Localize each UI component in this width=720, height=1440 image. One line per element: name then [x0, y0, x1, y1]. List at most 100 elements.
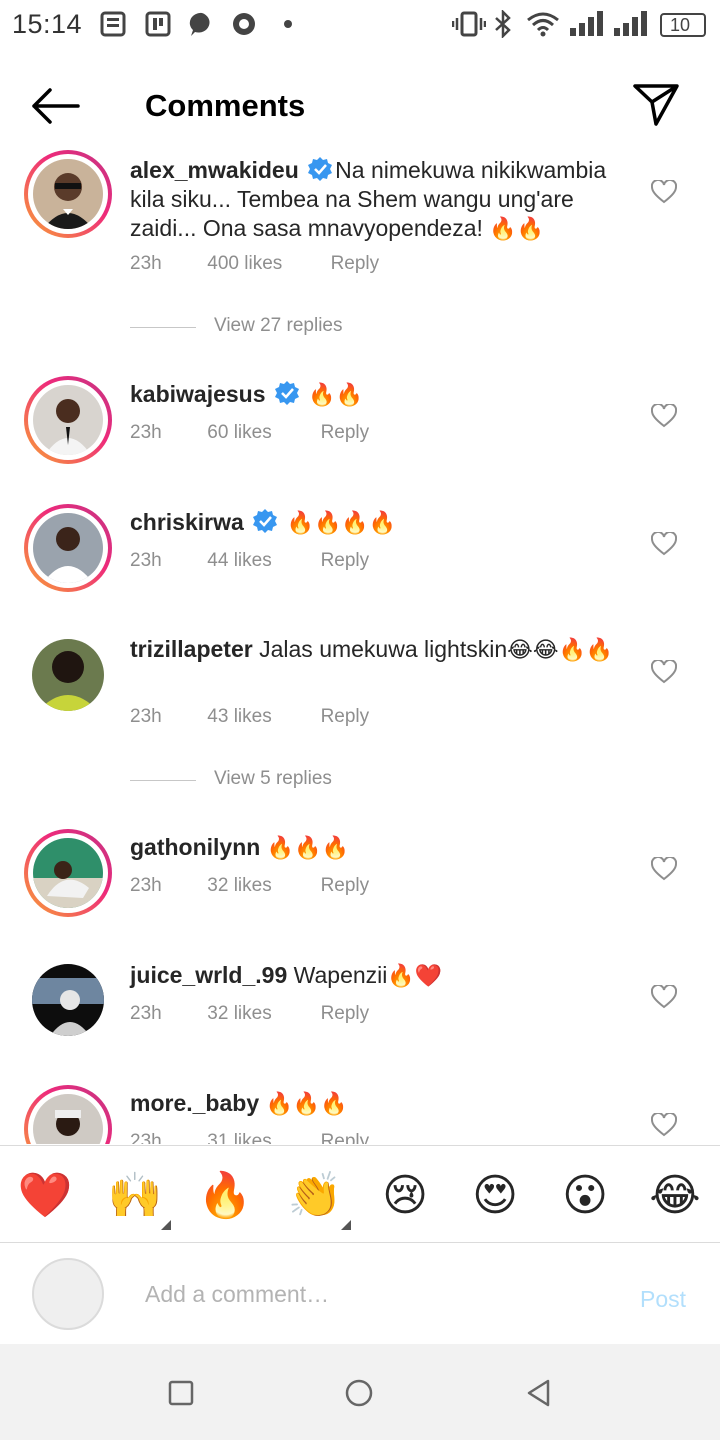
like-heart-icon[interactable] [651, 660, 677, 684]
reaction-fire[interactable]: 🔥 [197, 1168, 253, 1224]
chat-notification-icon [189, 12, 210, 36]
comments-header: Comments [0, 50, 720, 158]
view-replies-button[interactable]: View 5 replies [130, 766, 530, 796]
status-bar: 15:14 10 [0, 0, 720, 50]
story-ring-avatar[interactable] [24, 1085, 112, 1144]
comment-likes[interactable]: 400 likes [207, 253, 325, 275]
battery-icon: 10 [660, 13, 706, 37]
my-avatar [32, 1258, 104, 1330]
story-ring-avatar[interactable] [24, 150, 112, 238]
comment-username[interactable]: chriskirwa [130, 509, 244, 535]
comment-time: 23h [130, 1003, 162, 1024]
system-navigation-bar [0, 1344, 720, 1440]
comment-input[interactable] [145, 1274, 605, 1314]
view-replies-label: View 5 replies [214, 768, 332, 789]
story-ring-avatar[interactable] [24, 376, 112, 464]
comment-list[interactable]: alex_mwakideu Na nimekuwa nikikwambia ki… [0, 150, 720, 1144]
comment-item: juice_wrld_.99 Wapenzii🔥❤️ 23h 32 likes … [0, 957, 720, 1057]
wifi-icon [527, 12, 559, 37]
skin-tone-indicator [161, 1220, 171, 1230]
avatar-photo [32, 964, 104, 1036]
verified-badge-icon [274, 381, 299, 405]
divider [130, 327, 196, 328]
avatar-photo [33, 838, 103, 908]
avatar[interactable] [32, 964, 104, 1036]
avatar-photo [33, 513, 103, 583]
comment-username[interactable]: alex_mwakideu [130, 157, 299, 183]
reaction-clapping[interactable]: 👏 [287, 1168, 351, 1230]
skin-tone-indicator [341, 1220, 351, 1230]
comment-username[interactable]: juice_wrld_.99 [130, 962, 287, 988]
reaction-laughing[interactable]: 😂 [647, 1168, 703, 1224]
story-ring-avatar[interactable] [24, 504, 112, 592]
reaction-heart[interactable]: ❤️ [17, 1168, 73, 1224]
like-heart-icon[interactable] [651, 180, 677, 204]
reaction-surprised[interactable]: 😮 [557, 1168, 613, 1224]
comment-text: Jalas umekuwa lightskin [259, 636, 508, 662]
home-icon[interactable] [344, 1378, 374, 1408]
avatar-photo [33, 159, 103, 229]
like-heart-icon[interactable] [651, 532, 677, 556]
story-ring-avatar[interactable] [24, 829, 112, 917]
quick-reaction-bar: ❤️ 🙌 🔥 👏 😢 😍 😮 😂 [0, 1145, 720, 1243]
avatar-photo [33, 385, 103, 455]
page-title: Comments [145, 88, 306, 123]
reply-button[interactable]: Reply [321, 706, 370, 728]
reply-button[interactable]: Reply [321, 1003, 370, 1025]
reply-button[interactable]: Reply [321, 875, 370, 897]
comment-composer: Post [0, 1244, 720, 1344]
vibrate-icon [452, 11, 486, 37]
like-heart-icon[interactable] [651, 857, 677, 881]
comment-item: more._baby 🔥🔥🔥 23h 31 likes Reply [0, 1085, 720, 1144]
comment-text: Wapenzii [293, 962, 388, 988]
avatar-photo [32, 639, 104, 711]
reaction-crying[interactable]: 😢 [377, 1168, 433, 1224]
comment-username[interactable]: more._baby [130, 1090, 259, 1116]
view-replies-label: View 27 replies [214, 315, 343, 336]
comment-emojis: 🔥🔥🔥 [266, 836, 349, 861]
paper-plane-icon[interactable] [632, 80, 680, 128]
comment-likes[interactable]: 60 likes [207, 422, 315, 444]
comment-username[interactable]: gathonilynn [130, 834, 260, 860]
reply-button[interactable]: Reply [331, 253, 380, 275]
app-notification-icon [145, 11, 171, 37]
recent-apps-icon[interactable] [166, 1378, 196, 1408]
comment-likes[interactable]: 31 likes [207, 1131, 315, 1144]
divider [130, 780, 196, 781]
comment-time: 23h [130, 706, 162, 727]
comment-item: alex_mwakideu Na nimekuwa nikikwambia ki… [0, 150, 720, 274]
more-notifications-dot-icon [284, 20, 292, 28]
like-heart-icon[interactable] [651, 985, 677, 1009]
like-heart-icon[interactable] [651, 1113, 677, 1137]
comment-item: gathonilynn 🔥🔥🔥 23h 32 likes Reply [0, 829, 720, 929]
comment-item: kabiwajesus 🔥🔥 23h 60 likes Reply [0, 376, 720, 476]
comment-time: 23h [130, 550, 162, 571]
comment-emojis: 🔥🔥 [308, 383, 364, 408]
comment-time: 23h [130, 1131, 162, 1144]
comment-likes[interactable]: 32 likes [207, 875, 315, 897]
comment-time: 23h [130, 253, 162, 274]
reaction-raising-hands[interactable]: 🙌 [107, 1168, 171, 1230]
reply-button[interactable]: Reply [321, 1131, 370, 1144]
comment-likes[interactable]: 32 likes [207, 1003, 315, 1025]
avatar[interactable] [32, 639, 104, 711]
comment-emojis: 🔥❤️ [387, 964, 443, 989]
comment-emojis: 🔥🔥🔥🔥 [286, 511, 397, 536]
comment-username[interactable]: trizillapeter [130, 636, 253, 662]
comment-emojis: 🔥🔥🔥 [265, 1092, 348, 1117]
view-replies-button[interactable]: View 27 replies [130, 313, 530, 343]
comment-emojis: 😂😂🔥🔥 [507, 638, 614, 663]
reaction-heart-eyes[interactable]: 😍 [467, 1168, 523, 1224]
post-button[interactable]: Post [640, 1286, 686, 1313]
reply-button[interactable]: Reply [321, 550, 370, 572]
comment-time: 23h [130, 422, 162, 443]
back-arrow-icon[interactable] [30, 86, 82, 126]
reply-button[interactable]: Reply [321, 422, 370, 444]
back-nav-icon[interactable] [524, 1378, 554, 1408]
battery-level: 10 [670, 15, 691, 35]
reaction-clapping-glyph: 👏 [287, 1170, 343, 1221]
comment-username[interactable]: kabiwajesus [130, 381, 266, 407]
comment-likes[interactable]: 43 likes [207, 706, 315, 728]
comment-likes[interactable]: 44 likes [207, 550, 315, 572]
like-heart-icon[interactable] [651, 404, 677, 428]
